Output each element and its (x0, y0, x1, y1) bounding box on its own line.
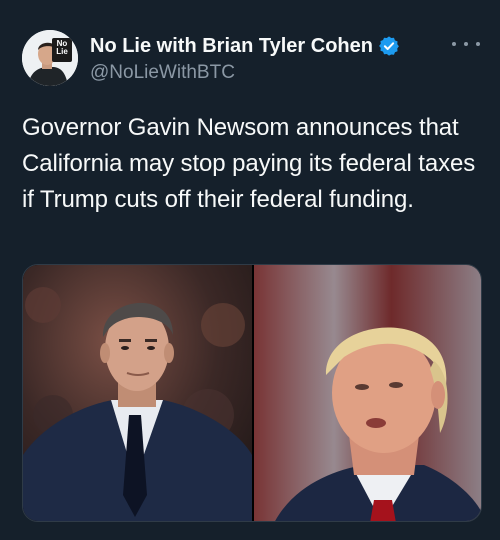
avatar-logo: No Lie (52, 38, 72, 62)
author-display-name[interactable]: No Lie with Brian Tyler Cohen (90, 35, 373, 58)
verified-badge-icon[interactable] (378, 35, 400, 57)
media-image-left[interactable] (23, 265, 252, 521)
tweet-media[interactable] (22, 264, 482, 522)
avatar[interactable]: No Lie (22, 30, 78, 86)
author-name-row[interactable]: No Lie with Brian Tyler Cohen (90, 34, 400, 58)
trump-photo-illustration (254, 265, 481, 521)
tweet-text: Governor Gavin Newsom announces that Cal… (22, 114, 476, 213)
more-options-icon[interactable] (452, 36, 480, 52)
author-handle[interactable]: @NoLieWithBTC (90, 62, 235, 84)
media-image-right[interactable] (254, 265, 481, 521)
newsom-photo-illustration (23, 265, 252, 521)
tweet-card[interactable]: No Lie No Lie with Brian Tyler Cohen @No… (0, 0, 500, 540)
